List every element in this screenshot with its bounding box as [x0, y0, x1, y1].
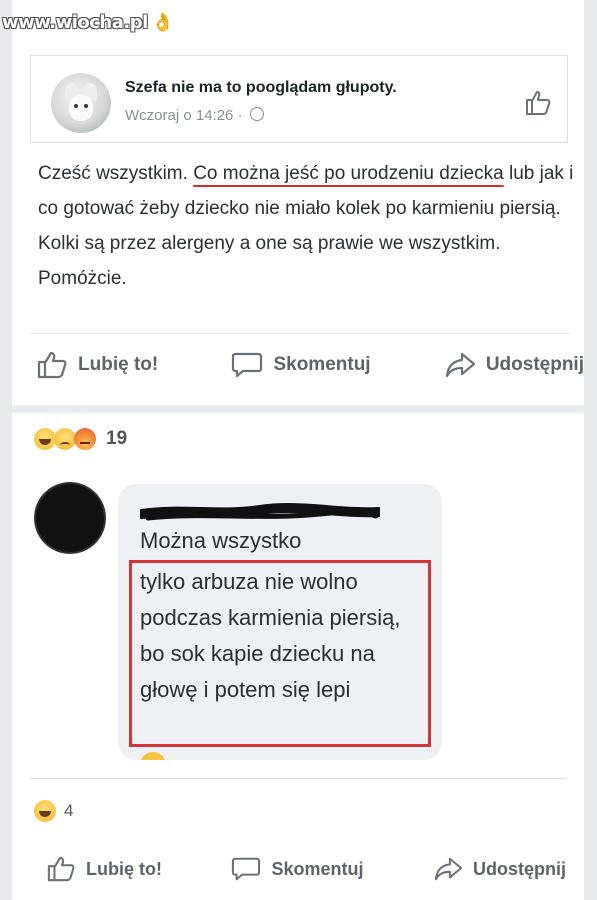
highlighted-question: Co można jeść po urodzeniu dziecka	[193, 163, 504, 184]
comment-highlighted-text: tylko arbuza nie wolno podczas karmienia…	[140, 569, 401, 702]
share-button[interactable]: Udostępnij	[444, 350, 584, 380]
shared-post-header: Szefa nie ma to pooglądam głupoty. Wczor…	[30, 55, 568, 143]
haha-reaction-icon	[34, 800, 56, 822]
group-avatar[interactable]	[51, 73, 111, 133]
emoji-icon	[140, 752, 166, 760]
ok-hand-icon: 👌	[151, 12, 174, 33]
post-text: Cześć wszystkim. Co można jeść po urodze…	[38, 163, 574, 289]
divider	[30, 778, 566, 779]
like-button[interactable]: Lubię to!	[36, 350, 158, 380]
reaction-count: 19	[106, 428, 128, 449]
bottom-actions: Lubię to! Skomentuj Udostępnij	[46, 855, 566, 883]
like-icon	[47, 856, 75, 882]
section-separator	[12, 405, 584, 413]
comment-line-1: Można wszystko	[140, 528, 302, 553]
post-timestamp: Wczoraj o 14:26 ·	[125, 107, 264, 124]
share-button[interactable]: Udostępnij	[433, 855, 566, 883]
like-icon	[37, 351, 67, 379]
post-actions: Lubię to! Skomentuj Udostępnij	[36, 350, 584, 380]
angry-reaction-icon	[74, 428, 96, 450]
share-icon	[445, 352, 475, 378]
group-name[interactable]: Szefa nie ma to pooglądam głupoty.	[125, 79, 397, 97]
comment-button[interactable]: Skomentuj	[231, 350, 371, 380]
watermark-text: www.wiocha.pl	[2, 12, 148, 33]
sad-reaction-icon	[54, 428, 76, 450]
share-icon	[434, 857, 463, 881]
haha-reaction-icon	[34, 428, 56, 450]
comment-reactions[interactable]: 4	[34, 800, 73, 822]
post-time[interactable]: Wczoraj o 14:26	[125, 107, 233, 124]
comment-icon	[232, 857, 261, 881]
comment-icon	[232, 352, 263, 378]
globe-icon	[249, 107, 264, 121]
watermark: www.wiocha.pl 👌	[2, 12, 174, 42]
redacted-name	[140, 503, 380, 521]
reactions-summary[interactable]: 19	[34, 428, 127, 450]
comment-button[interactable]: Skomentuj	[231, 855, 364, 883]
like-icon[interactable]	[521, 86, 553, 118]
comment-reaction-count: 4	[64, 801, 74, 820]
divider	[30, 333, 570, 334]
commenter-avatar[interactable]	[36, 484, 104, 552]
like-button[interactable]: Lubię to!	[46, 855, 162, 883]
